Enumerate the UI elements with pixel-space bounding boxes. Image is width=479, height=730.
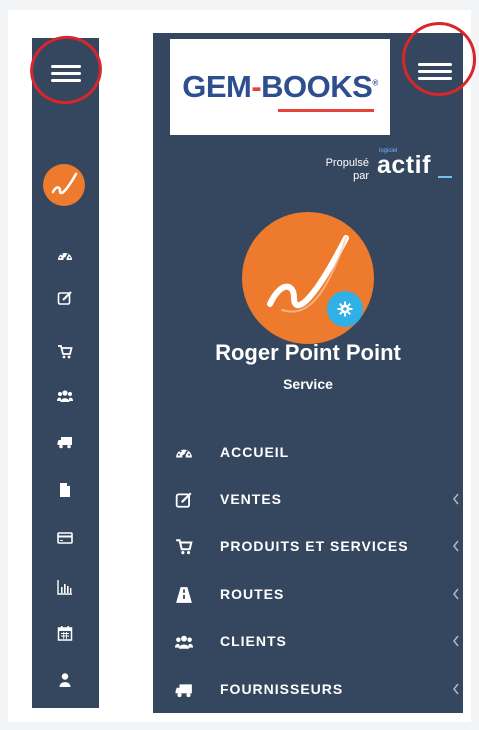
chevron-left-icon [453,683,459,695]
bar-chart-icon[interactable] [52,575,78,599]
dashboard-icon [175,444,193,462]
dashboard-icon[interactable] [52,244,78,268]
cart-icon[interactable] [52,340,78,364]
chevron-left-icon [453,493,459,505]
hamburger-menu-button[interactable] [51,58,81,88]
chevron-left-icon [453,635,459,647]
menu-item-label: CLIENTS [220,633,287,649]
menu-item-label: ACCUEIL [220,444,290,460]
avatar[interactable] [43,164,85,206]
edit-icon[interactable] [52,286,78,310]
credit-card-icon[interactable] [52,526,78,550]
expanded-sidebar: GEM-BOOKS® Propulsé par logiciel actif R… [153,33,463,713]
menu-item-label: FOURNISSEURS [220,681,344,697]
calendar-icon[interactable] [52,621,78,645]
file-icon[interactable] [52,478,78,502]
hamburger-icon [51,58,81,82]
swoosh-logo-icon [51,172,78,195]
menu-item-routes[interactable]: ROUTES [153,575,463,615]
company-logo[interactable]: GEM-BOOKS® [170,39,390,135]
menu-item-fournisseurs[interactable]: FOURNISSEURS [153,670,463,710]
collapsed-sidebar [32,38,99,708]
hamburger-menu-button[interactable] [418,55,452,89]
menu-item-label: PRODUITS ET SERVICES [220,538,409,554]
menu-item-label: VENTES [220,491,283,507]
users-icon [175,633,193,651]
menu-item-clients[interactable]: CLIENTS [153,622,463,662]
logo-wordmark: GEM-BOOKS® [182,69,378,112]
menu-item-label: ROUTES [220,586,285,602]
user-name: Roger Point Point [215,340,401,365]
users-icon[interactable] [52,384,78,408]
actif-underscore [438,176,452,178]
chevron-left-icon [453,588,459,600]
powered-by-text: Propulsé par [325,157,369,182]
gear-icon [337,301,353,317]
user-icon[interactable] [52,668,78,692]
user-role: Service [283,376,333,392]
profile-settings-button[interactable] [327,291,363,327]
cart-icon [175,538,193,556]
hamburger-icon [418,55,452,80]
chevron-left-icon [453,540,459,552]
truck-icon [175,681,193,699]
menu-item-accueil[interactable]: ACCUEIL [153,433,463,473]
menu-item-ventes[interactable]: VENTES [153,480,463,520]
logo-underline [278,109,374,112]
truck-icon[interactable] [52,430,78,454]
edit-icon [175,491,193,509]
actif-brand-logo: actif [377,151,431,179]
menu-item-produits-et-services[interactable]: PRODUITS ET SERVICES [153,527,463,567]
road-icon [175,586,193,604]
